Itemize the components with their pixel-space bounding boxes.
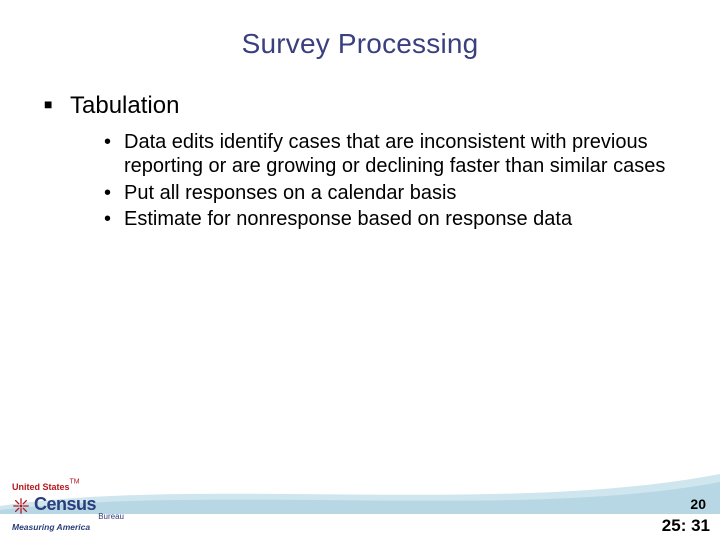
- bullet-item: Estimate for nonresponse based on respon…: [104, 207, 676, 231]
- section-item: Tabulation Data edits identify cases tha…: [44, 92, 676, 232]
- sub-bullet-list: Data edits identify cases that are incon…: [70, 130, 676, 232]
- logo-tagline: Measuring America: [12, 522, 132, 532]
- logo-word: Census: [34, 494, 96, 515]
- top-level-list: Tabulation Data edits identify cases tha…: [44, 92, 676, 232]
- section-heading: Tabulation: [70, 92, 179, 119]
- video-timestamp: 25: 31: [662, 516, 710, 536]
- slide: Survey Processing Tabulation Data edits …: [0, 0, 720, 540]
- bullet-item: Put all responses on a calendar basis: [104, 181, 676, 205]
- bullet-item: Data edits identify cases that are incon…: [104, 130, 676, 179]
- census-burst-icon: [12, 497, 30, 515]
- logo-top-line: United StatesTM: [12, 477, 132, 495]
- slide-body: Tabulation Data edits identify cases tha…: [0, 60, 720, 232]
- census-logo: United StatesTM Census Bureau Measuring …: [12, 477, 132, 532]
- page-number: 20: [690, 496, 706, 512]
- slide-title: Survey Processing: [0, 0, 720, 60]
